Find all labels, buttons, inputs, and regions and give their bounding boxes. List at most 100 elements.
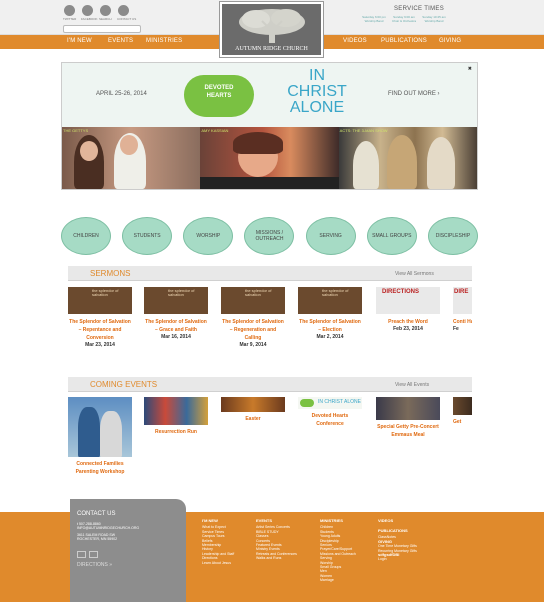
event-item[interactable]: IN CHRIST ALONE Devoted Hearts Conferenc…: [298, 397, 362, 428]
photo-the-gettys: THE GETTYS: [62, 127, 201, 189]
event-item[interactable]: Resurrection Run: [144, 397, 208, 436]
sermon-item[interactable]: the splendor of salvation The Splendor o…: [68, 287, 132, 349]
event-title: Devoted Hearts Conference: [311, 413, 349, 427]
event-item[interactable]: Easter: [221, 397, 285, 423]
sermon-thumbnail: the splendor of salvation: [68, 287, 132, 314]
logo-text: AUTUMN RIDGE CHURCH: [235, 46, 308, 52]
close-icon[interactable]: ✖: [468, 66, 472, 72]
event-title: Connected Families Parenting Workshop: [75, 461, 125, 475]
twitter-link[interactable]: TWITTER: [63, 5, 76, 21]
footer-col-im-new: I'M NEW What to Expect Service Times Cam…: [202, 518, 235, 565]
event-title: Get: [453, 419, 462, 425]
hero-banner[interactable]: APRIL 25-26, 2014 DEVOTED HEARTS IN CHRIS…: [61, 62, 478, 190]
category-worship[interactable]: WORSHIP: [183, 217, 234, 255]
sermon-date: Mar 9, 2014: [239, 342, 267, 348]
event-image: [68, 397, 132, 457]
photo-amy-kassian: AMY KASSIAN: [200, 127, 339, 189]
sermons-list: the splendor of salvation The Splendor o…: [68, 287, 472, 361]
sermon-title: Preach the Word: [388, 319, 428, 325]
nav-giving[interactable]: GIVING: [439, 38, 461, 44]
event-image: [221, 397, 285, 412]
banner-date: APRIL 25-26, 2014: [96, 91, 147, 97]
service-time: Saturday 6:00 pm Worship Band: [362, 15, 386, 23]
facebook-link[interactable]: FACEBOOK: [81, 5, 98, 21]
banner-title: IN CHRIST ALONE: [287, 67, 347, 116]
nav-publications[interactable]: PUBLICATIONS: [381, 38, 427, 44]
photo-acts-3-man-show: ACTS: THE 3-MAN SHOW: [338, 127, 477, 189]
nav-ministries[interactable]: MINISTRIES: [146, 38, 182, 44]
events-heading: COMING EVENTS: [90, 380, 158, 389]
service-times: Saturday 6:00 pm Worship Band Sunday 9:00…: [362, 15, 446, 23]
sermon-title: Conti Ha: [453, 319, 472, 325]
church-logo[interactable]: AUTUMN RIDGE CHURCH: [219, 1, 324, 58]
sermons-heading: SERMONS: [90, 269, 131, 278]
sermon-item[interactable]: the splendor of salvation The Splendor o…: [298, 287, 362, 341]
find-out-more-link[interactable]: FIND OUT MORE ›: [388, 91, 440, 97]
event-item[interactable]: Special Getty Pre-Concert Emmaus Meal: [376, 397, 440, 439]
contact-email[interactable]: INFO@AUTUMNRIDGECHURCH.ORG: [77, 526, 139, 530]
sermon-thumbnail: the splendor of salvation: [144, 287, 208, 314]
twitter-icon[interactable]: [89, 551, 98, 558]
search-icon: [99, 5, 111, 16]
sermon-title: The Splendor of Salvation – Regeneration…: [222, 319, 284, 341]
contact-heading: CONTACT US: [77, 511, 116, 517]
directions-link[interactable]: DIRECTIONS »: [77, 563, 112, 568]
sermon-thumbnail: DIRECTIONS: [376, 287, 440, 314]
events-header: COMING EVENTS View All Events: [68, 377, 472, 392]
search-input[interactable]: [63, 25, 141, 33]
event-image: IN CHRIST ALONE: [298, 397, 362, 409]
event-title: Easter: [245, 416, 261, 422]
category-students[interactable]: STUDENTS: [122, 217, 173, 255]
sermon-thumbnail: the splendor of salvation: [221, 287, 285, 314]
sermon-date: Mar 23, 2014: [85, 342, 115, 348]
event-item[interactable]: Connected Families Parenting Workshop: [68, 397, 132, 476]
event-image: [453, 397, 472, 415]
sermon-title: The Splendor of Salvation – Repentance a…: [69, 319, 131, 341]
category-serving[interactable]: SERVING: [305, 217, 356, 255]
ministry-categories: CHILDREN STUDENTS WORSHIP MISSIONS / OUT…: [61, 217, 478, 255]
sermon-item[interactable]: DIRECTIONS Preach the Word Feb 23, 2014: [376, 287, 440, 333]
sermon-item[interactable]: the splendor of salvation The Splendor o…: [144, 287, 208, 341]
sermon-item[interactable]: the splendor of salvation The Splendor o…: [221, 287, 285, 349]
devoted-hearts-badge: DEVOTED HEARTS: [184, 75, 254, 117]
nav-events[interactable]: EVENTS: [108, 38, 133, 44]
footer-col-events: EVENTS Artist Series Concerts BIBLE STUD…: [256, 518, 297, 561]
sermon-thumbnail: the splendor of salvation: [298, 287, 362, 314]
contact-icon: [117, 5, 129, 16]
sermon-title: The Splendor of Salvation – Grace and Fa…: [145, 319, 207, 333]
category-discipleship[interactable]: DISCIPLESHIP: [427, 217, 478, 255]
sermon-date: Mar 16, 2014: [161, 334, 191, 340]
social-links: TWITTER FACEBOOK SEARCH CONTACT US: [63, 5, 136, 21]
event-title: Special Getty Pre-Concert Emmaus Meal: [377, 424, 439, 438]
banner-header: APRIL 25-26, 2014 DEVOTED HEARTS IN CHRIS…: [62, 63, 477, 127]
footer-contact: CONTACT US t 507-288-8860 INFO@AUTUMNRID…: [70, 499, 186, 602]
contact-address-2: ROCHESTER, MN 55902: [77, 537, 118, 541]
sermon-thumbnail: DIRE: [453, 287, 472, 314]
sermons-header: SERMONS View All Sermons: [68, 266, 472, 281]
sermon-date: Fe: [453, 326, 459, 332]
facebook-icon[interactable]: [77, 551, 86, 558]
contact-link[interactable]: CONTACT US: [117, 5, 136, 21]
tree-icon: [239, 9, 305, 43]
view-all-events-link[interactable]: View All Events: [395, 382, 429, 388]
service-times-title: SERVICE TIMES: [394, 6, 445, 12]
facebook-icon: [81, 5, 93, 16]
search-link[interactable]: SEARCH: [99, 5, 112, 21]
events-list: Connected Families Parenting Workshop Re…: [68, 397, 472, 479]
footer-col-videos: VIDEOS: [378, 518, 394, 523]
nav-videos[interactable]: VIDEOS: [343, 38, 367, 44]
category-children[interactable]: CHILDREN: [61, 217, 111, 255]
nav-im-new[interactable]: I'M NEW: [67, 38, 92, 44]
twitter-icon: [63, 5, 75, 16]
view-all-sermons-link[interactable]: View All Sermons: [395, 271, 434, 277]
service-time: Sunday 10:45 am Worship Band: [422, 15, 446, 23]
category-small-groups[interactable]: SMALL GROUPS: [366, 217, 417, 255]
sermon-title: The Splendor of Salvation – Election: [299, 319, 361, 333]
event-image: [376, 397, 440, 420]
footer-social: [77, 545, 101, 563]
footer-col-publications: PUBLICATIONS ClassNotes GIVING One Time …: [378, 528, 417, 562]
sermon-item[interactable]: DIRE Conti Ha Fe: [453, 287, 472, 333]
event-item[interactable]: Get: [453, 397, 472, 426]
event-image: [144, 397, 208, 425]
category-missions[interactable]: MISSIONS / OUTREACH: [244, 217, 295, 255]
